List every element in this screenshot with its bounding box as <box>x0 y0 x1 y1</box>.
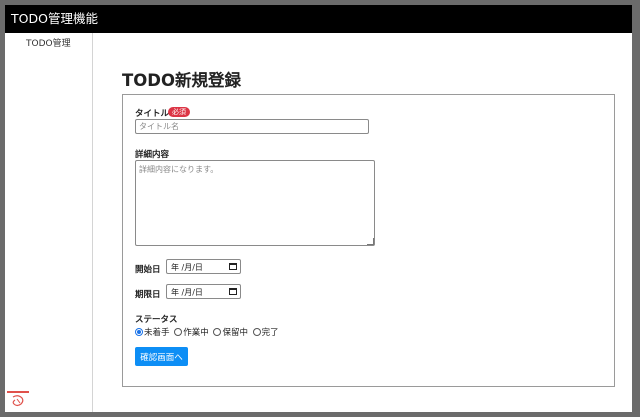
status-option-in-progress[interactable]: 作業中 <box>174 326 209 338</box>
browser-viewport: TODO管理機能 TODO管理 TODO新規登録 タイトル 必須 詳細内容 開始… <box>5 5 632 412</box>
status-option-done[interactable]: 完了 <box>252 326 279 338</box>
status-option-label: 作業中 <box>183 328 209 338</box>
calendar-icon[interactable] <box>229 288 237 295</box>
debugbar-icon[interactable] <box>7 391 29 409</box>
confirm-button[interactable]: 確認画面へ <box>135 347 188 366</box>
start-date-input[interactable]: 年 /月/日 <box>166 259 241 274</box>
status-option-on-hold[interactable]: 保留中 <box>213 326 248 338</box>
page-title: TODO新規登録 <box>122 71 242 90</box>
top-navbar: TODO管理機能 <box>5 5 632 33</box>
detail-label: 詳細内容 <box>135 150 170 160</box>
calendar-icon[interactable] <box>229 263 237 270</box>
start-date-value: 年 /月/日 <box>171 263 203 272</box>
radio-selected-icon[interactable] <box>135 327 143 336</box>
radio-icon[interactable] <box>252 327 261 336</box>
due-date-label: 期限日 <box>135 290 161 300</box>
title-label: タイトル <box>135 109 170 119</box>
status-radio-group: 未着手 作業中 保留中 完了 <box>135 326 281 338</box>
status-option-label: 完了 <box>261 328 279 338</box>
due-date-input[interactable]: 年 /月/日 <box>166 284 241 299</box>
status-option-label: 未着手 <box>144 328 170 338</box>
status-option-not-started[interactable]: 未着手 <box>135 326 170 338</box>
required-badge: 必須 <box>168 107 190 117</box>
sidebar: TODO管理 <box>5 33 93 412</box>
status-label: ステータス <box>135 315 178 325</box>
start-date-label: 開始日 <box>135 265 161 275</box>
todo-form: タイトル 必須 詳細内容 開始日 年 /月/日 期限日 年 /月/日 ステータス… <box>122 94 615 387</box>
radio-icon[interactable] <box>174 327 183 336</box>
resize-grip-icon[interactable] <box>367 238 374 245</box>
status-option-label: 保留中 <box>222 328 248 338</box>
due-date-value: 年 /月/日 <box>171 288 203 297</box>
title-input[interactable] <box>135 119 369 134</box>
main-content: TODO新規登録 タイトル 必須 詳細内容 開始日 年 /月/日 期限日 年 /… <box>93 33 632 412</box>
detail-textarea[interactable] <box>135 160 375 246</box>
app-title[interactable]: TODO管理機能 <box>11 11 98 27</box>
sidebar-link-todo[interactable]: TODO管理 <box>26 36 71 49</box>
radio-icon[interactable] <box>213 327 222 336</box>
